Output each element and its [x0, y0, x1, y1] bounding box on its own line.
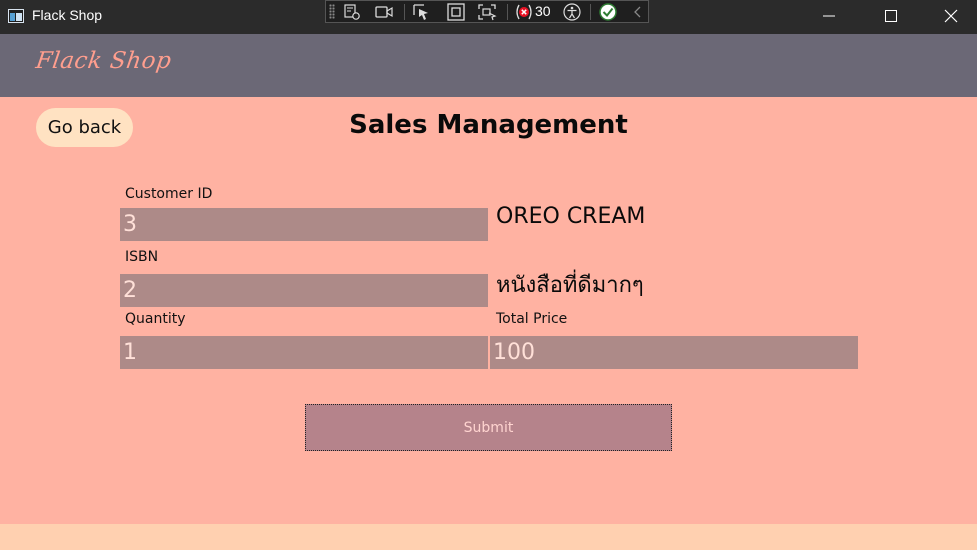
page-title: Sales Management: [349, 110, 628, 140]
customer-id-label: Customer ID: [125, 186, 213, 202]
track-focus-icon[interactable]: [477, 3, 497, 21]
quantity-label: Quantity: [125, 311, 186, 327]
app-header: Flack Shop: [0, 34, 977, 97]
binding-failures-icon[interactable]: [514, 3, 534, 21]
book-title-text: หนังสือที่ดีมากๆ: [496, 273, 644, 298]
app-icon: [8, 9, 24, 23]
submit-button[interactable]: Submit: [305, 404, 672, 451]
toolbar-grip-handle[interactable]: [329, 4, 335, 19]
isbn-field[interactable]: 2: [120, 274, 488, 307]
record-icon[interactable]: [374, 3, 394, 21]
total-price-field[interactable]: 100: [490, 336, 858, 369]
customer-name-text: OREO CREAM: [496, 204, 646, 229]
close-icon[interactable]: [927, 0, 973, 32]
select-element-icon[interactable]: [412, 3, 432, 21]
customer-id-field[interactable]: 3: [120, 208, 488, 241]
accessibility-icon[interactable]: [562, 3, 582, 21]
window-title: Flack Shop: [32, 7, 103, 23]
hot-reload-ok-icon[interactable]: [598, 3, 618, 21]
live-visual-tree-icon[interactable]: [342, 3, 362, 21]
collapse-icon[interactable]: [628, 3, 648, 21]
xaml-debug-toolbar: 30: [325, 0, 649, 23]
minimize-icon[interactable]: [806, 0, 852, 32]
binding-failures-count: 30: [535, 3, 551, 19]
maximize-icon[interactable]: [868, 0, 914, 32]
isbn-label: ISBN: [125, 249, 159, 265]
logo: Flack Shop: [34, 48, 174, 74]
display-layout-adorners-icon[interactable]: [446, 3, 466, 21]
total-price-label: Total Price: [496, 311, 568, 327]
footer-strip: [0, 524, 977, 550]
quantity-field[interactable]: 1: [120, 336, 488, 369]
window-titlebar: Flack Shop 30: [0, 0, 977, 34]
sales-management-page: Go back Sales Management Customer ID 3 O…: [0, 97, 977, 524]
